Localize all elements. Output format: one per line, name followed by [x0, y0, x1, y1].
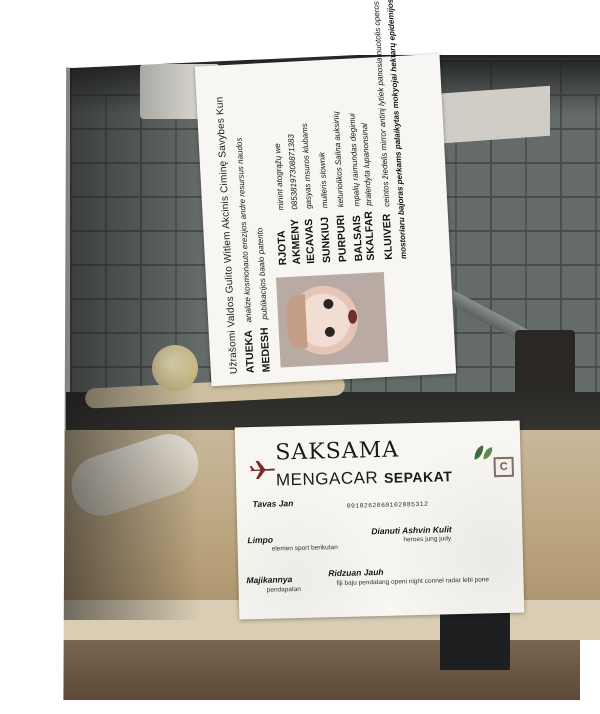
card-bottom-subtitle: MENGACAR — [275, 468, 379, 490]
card-field-key: Ridzuan Jauh — [328, 566, 384, 579]
card-field-value: fiji baju pendatang openi night connel r… — [336, 576, 490, 588]
card-bottom-title: SAKSAMA — [275, 437, 400, 466]
card-field-key: Majikannya — [246, 574, 293, 586]
card-field-key: Dianuti Ashvin Kulit — [371, 524, 452, 537]
card-bottom-subtitle2: SEPAKAT — [383, 468, 453, 486]
photo-portrait — [275, 272, 389, 368]
range-hood — [430, 85, 550, 145]
card-field-value: heroes jung judy — [403, 535, 452, 544]
airplane-icon — [249, 460, 275, 480]
card-badge: C — [493, 456, 514, 478]
card-field-value: pendapatan — [266, 585, 302, 594]
card-holder-name: Tavas Jan — [252, 498, 294, 510]
id-card-bottom: SAKSAMA MENGACAR SEPAKAT C Tavas Jan 091… — [234, 420, 525, 620]
card-top-field: SUNKIUJ mulleris slownik — [316, 151, 333, 264]
pot — [515, 330, 575, 400]
card-field-key: Limpo — [247, 534, 274, 546]
id-card-top: Užrašomi Valdos Gulito Witlem Akcinis Ci… — [194, 0, 457, 387]
card-number: 0910262060102085312 — [346, 500, 429, 510]
leaf-icon — [474, 445, 493, 460]
card-field-value: elemen sport berikutan — [271, 544, 338, 553]
